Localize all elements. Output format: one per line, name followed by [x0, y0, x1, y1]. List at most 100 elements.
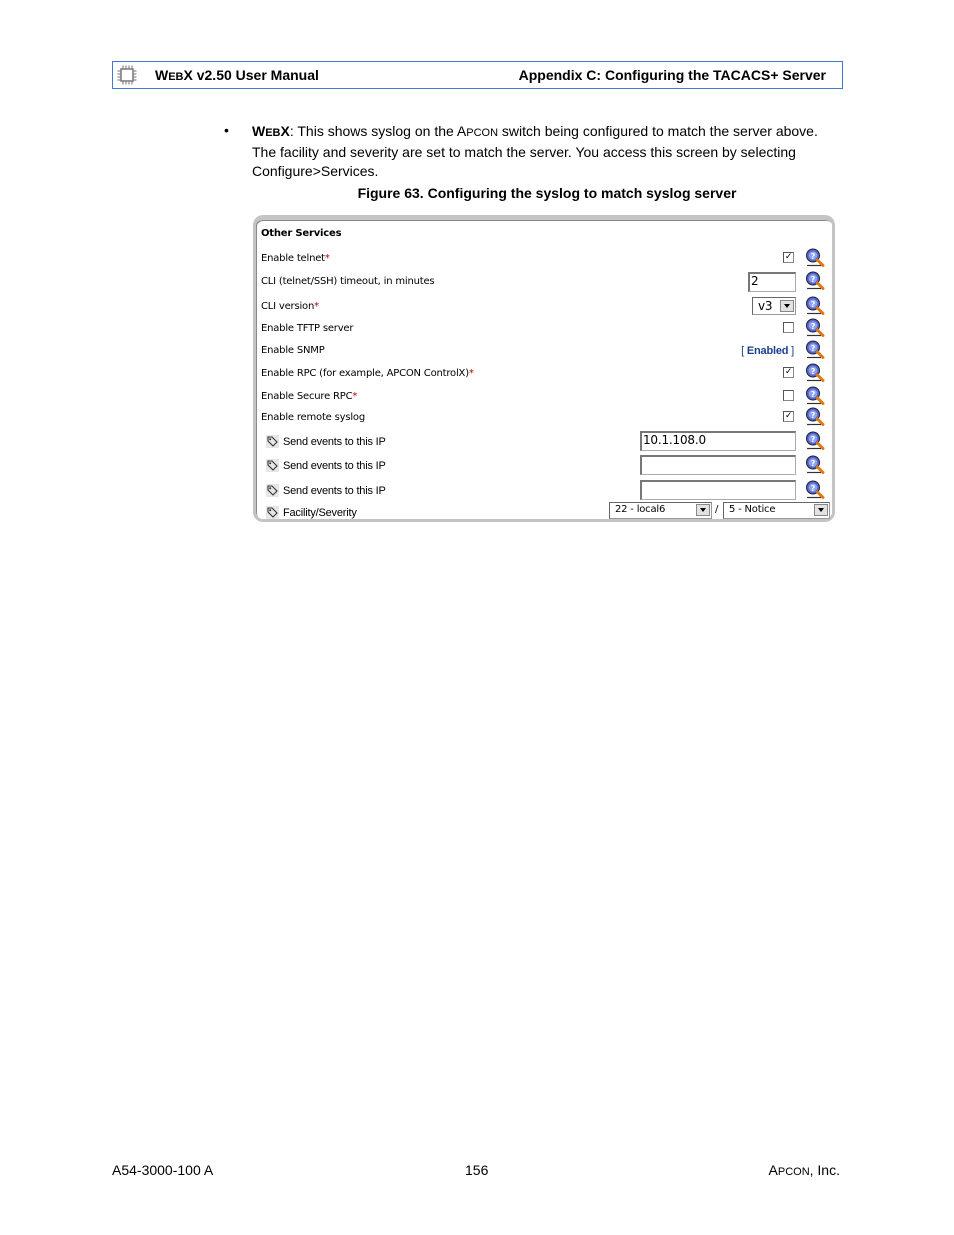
svg-text:?: ?: [811, 275, 816, 284]
setting-checkbox[interactable]: ✓: [783, 252, 794, 263]
lead-prefix: W: [252, 123, 266, 139]
setting-row: Send events to this IP?: [261, 455, 831, 479]
lead-rest: X: [280, 123, 290, 139]
setting-label-text: Send events to this IP: [283, 459, 386, 472]
svg-text:?: ?: [811, 411, 816, 420]
syslog-ip-input[interactable]: [640, 455, 796, 475]
lead-term: WEBX: [252, 123, 290, 139]
help-magnifier-icon[interactable]: ?: [805, 271, 825, 290]
timeout-input[interactable]: 2: [748, 272, 796, 292]
setting-row: Enable remote syslog ✓?: [261, 407, 831, 431]
setting-row: Enable TFTP server?: [261, 318, 831, 342]
required-marker: *: [352, 391, 358, 402]
help-magnifier-icon[interactable]: ?: [805, 431, 825, 450]
separator: /: [715, 504, 719, 515]
setting-row: Enable telnet* ✓?: [261, 248, 831, 272]
setting-label: Enable telnet*: [261, 253, 330, 264]
setting-label: Enable remote syslog: [261, 412, 365, 423]
help-magnifier-icon[interactable]: ?: [805, 386, 825, 405]
setting-label-text: CLI version: [261, 301, 315, 312]
body-paragraph: WEBX: This shows syslog on the APCON swi…: [252, 122, 842, 181]
setting-label: CLI version*: [261, 301, 319, 312]
setting-label: Enable RPC (for example, APCON ControlX)…: [261, 368, 474, 379]
other-services-panel: Other Services Enable telnet* ✓? CLI (teln…: [253, 215, 835, 522]
help-magnifier-icon[interactable]: ?: [805, 363, 825, 382]
setting-label-text: Send events to this IP: [283, 435, 386, 448]
setting-label-text: Enable Secure RPC: [261, 391, 353, 402]
setting-label: Send events to this IP: [266, 484, 386, 497]
panel-title: Other Services: [261, 228, 342, 239]
setting-row: Enable Secure RPC*?: [261, 386, 831, 410]
syslog-ip-input[interactable]: 10.1.108.0: [640, 431, 796, 451]
tag-icon: [266, 484, 279, 497]
setting-label-text: Enable RPC (for example, APCON ControlX): [261, 368, 469, 379]
setting-checkbox[interactable]: ✓: [783, 411, 794, 422]
setting-row: Enable RPC (for example, APCON ControlX)…: [261, 363, 831, 387]
svg-text:?: ?: [811, 459, 816, 468]
setting-checkbox[interactable]: [783, 322, 794, 333]
page-header: WEBX v2.50 User Manual Appendix C: Confi…: [112, 61, 843, 89]
help-magnifier-icon[interactable]: ?: [805, 248, 825, 267]
company-rest: , Inc.: [809, 1162, 840, 1178]
setting-label: Enable Secure RPC*: [261, 391, 357, 402]
syslog-ip-input[interactable]: [640, 480, 796, 500]
setting-row: Facility/Severity 22 - local6 / 5 - Notice: [261, 502, 831, 526]
help-magnifier-icon[interactable]: ?: [805, 455, 825, 474]
chevron-down-icon: [814, 504, 828, 516]
svg-text:?: ?: [811, 435, 816, 444]
section-title: Appendix C: Configuring the TACACS+ Serv…: [518, 67, 826, 83]
setting-label-text: Enable telnet: [261, 253, 325, 264]
setting-row: CLI version* v3?: [261, 296, 831, 320]
select-value: v3: [758, 299, 773, 313]
svg-text:?: ?: [811, 300, 816, 309]
page-number: 156: [465, 1162, 489, 1178]
setting-label: Enable TFTP server: [261, 323, 354, 334]
setting-label-text: Send events to this IP: [283, 484, 386, 497]
svg-text:?: ?: [811, 367, 816, 376]
company-smallcaps: PCON: [777, 1166, 810, 1178]
setting-label-text: CLI (telnet/SSH) timeout, in minutes: [261, 276, 435, 287]
svg-text:?: ?: [811, 252, 816, 261]
para-smallcaps: PCON: [466, 127, 499, 139]
figure-caption: Figure 63. Configuring the syslog to mat…: [357, 185, 737, 201]
setting-label: Facility/Severity: [266, 506, 357, 519]
chevron-down-icon: [780, 300, 794, 312]
para-text-1: : This shows syslog on the A: [289, 123, 467, 139]
setting-label: Send events to this IP: [266, 435, 386, 448]
setting-label-text: Enable TFTP server: [261, 323, 354, 334]
company-name: APCON, Inc.: [769, 1162, 840, 1178]
cli-version-select[interactable]: v3: [752, 297, 796, 315]
help-magnifier-icon[interactable]: ?: [805, 318, 825, 337]
title-prefix: W: [155, 67, 169, 83]
chevron-down-icon: [696, 504, 710, 516]
required-marker: *: [324, 253, 330, 264]
tag-icon: [266, 459, 279, 472]
setting-checkbox[interactable]: [783, 390, 794, 401]
help-magnifier-icon[interactable]: ?: [805, 296, 825, 315]
help-magnifier-icon[interactable]: ?: [805, 480, 825, 499]
setting-row: Enable SNMP [ Enabled ]?: [261, 340, 831, 364]
select-value: 5 - Notice: [729, 504, 776, 515]
select-value: 22 - local6: [615, 504, 666, 515]
help-magnifier-icon[interactable]: ?: [805, 407, 825, 426]
setting-row: Send events to this IP?: [261, 480, 831, 504]
svg-text:?: ?: [811, 322, 816, 331]
setting-label: Send events to this IP: [266, 459, 386, 472]
snmp-status-link[interactable]: [ Enabled ]: [741, 345, 794, 357]
setting-checkbox[interactable]: ✓: [783, 367, 794, 378]
setting-label: CLI (telnet/SSH) timeout, in minutes: [261, 276, 435, 287]
setting-label-text: Facility/Severity: [283, 506, 357, 519]
title-rest: X v2.50 User Manual: [183, 67, 319, 83]
setting-row: CLI (telnet/SSH) timeout, in minutes 2?: [261, 271, 831, 295]
tag-icon: [266, 435, 279, 448]
manual-title: WEBX v2.50 User Manual: [155, 67, 319, 83]
svg-text:?: ?: [811, 344, 816, 353]
lead-smallcaps: EB: [265, 127, 281, 139]
bullet-marker: •: [224, 122, 229, 138]
help-magnifier-icon[interactable]: ?: [805, 340, 825, 359]
doc-number: A54-3000-100 A: [112, 1162, 214, 1178]
svg-text:?: ?: [811, 484, 816, 493]
required-marker: *: [314, 301, 319, 312]
severity-select[interactable]: 5 - Notice: [723, 502, 830, 519]
facility-select[interactable]: 22 - local6: [609, 502, 712, 519]
